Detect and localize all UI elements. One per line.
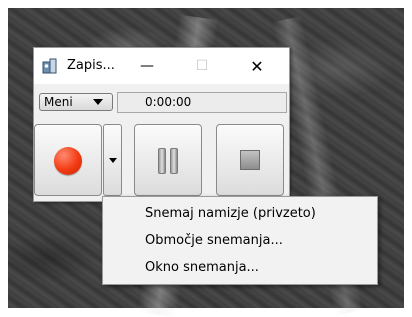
timer-display: 0:00:00 (117, 92, 287, 113)
record-options-dropdown-button[interactable] (103, 124, 122, 196)
minimize-button[interactable]: — (127, 52, 167, 80)
stop-icon (240, 150, 260, 170)
stop-button[interactable] (216, 124, 284, 196)
menu-item-record-region[interactable]: Območje snemanja... (145, 233, 283, 248)
record-options-menu: Snemaj namizje (privzeto) Območje sneman… (102, 196, 378, 285)
maximize-icon: ☐ (195, 58, 209, 74)
maximize-button[interactable]: ☐ (182, 52, 222, 80)
record-icon (54, 147, 82, 175)
close-button[interactable]: ✕ (237, 52, 277, 80)
chevron-down-icon (109, 158, 117, 163)
recorder-window: Zapis... — ☐ ✕ Meni 0:00:00 (33, 47, 290, 202)
menu-dropdown-label: Meni (44, 95, 73, 109)
close-icon: ✕ (250, 56, 264, 76)
recorder-app-icon (42, 58, 57, 74)
title-bar[interactable]: Zapis... — ☐ ✕ (34, 48, 289, 84)
minimize-icon: — (140, 58, 154, 74)
chevron-down-icon (93, 99, 103, 105)
pause-button[interactable] (134, 124, 202, 196)
menu-item-record-desktop[interactable]: Snemaj namizje (privzeto) (145, 206, 316, 221)
window-title: Zapis... (67, 58, 115, 73)
menu-item-record-window[interactable]: Okno snemanja... (145, 260, 259, 275)
menu-dropdown[interactable]: Meni (39, 93, 113, 111)
record-button[interactable] (34, 124, 102, 196)
timer-value: 0:00:00 (145, 95, 192, 109)
